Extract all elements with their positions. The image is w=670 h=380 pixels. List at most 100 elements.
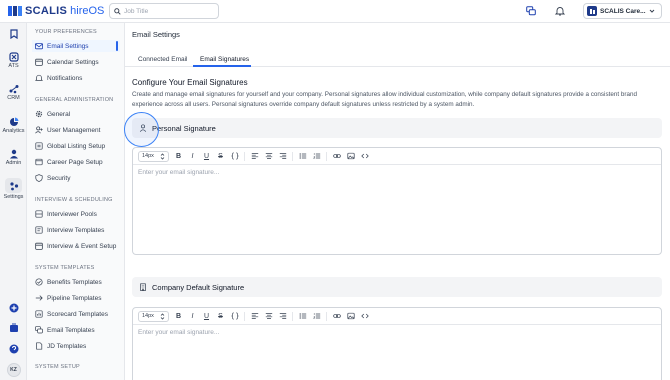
scalis-logo-icon [8,6,22,16]
align-center-button[interactable] [264,312,273,321]
align-right-icon [279,313,286,319]
job-search[interactable] [109,3,219,19]
sidebar-item-interview-templates[interactable]: Interview Templates [32,224,120,236]
braces-icon [230,312,239,320]
sidebar-item-user-management[interactable]: User Management [32,124,120,136]
sidebar-item-label: General [47,110,71,118]
company-signature-header: Company Default Signature [132,277,662,297]
sidebar-item-label: Notifications [47,74,83,82]
italic-button[interactable]: I [188,312,197,321]
code-button[interactable] [360,312,369,321]
align-center-button[interactable] [264,152,273,161]
numbered-list-button[interactable] [312,312,321,321]
settings-icon [9,181,18,190]
sidebar-item-scorecard-templates[interactable]: Scorecard Templates [32,308,120,320]
rail-item-analytics[interactable]: Analytics [0,117,27,134]
building-icon [140,283,146,291]
pool-icon [35,210,43,218]
ats-icon [8,52,19,62]
company-switcher[interactable]: SCALIS Care... [583,3,662,19]
image-button[interactable] [346,152,355,161]
calendar-icon [35,58,43,66]
editor-toolbar: 14px B I U S [133,148,661,165]
code-inline-button[interactable] [230,152,239,161]
messages-icon[interactable] [526,6,536,16]
logo[interactable]: SCALIS hireOS [8,5,104,17]
chevron-down-icon [649,9,654,13]
numbered-list-button[interactable] [312,152,321,161]
search-input[interactable] [124,7,214,15]
sidebar-item-benefits-templates[interactable]: Benefits Templates [32,276,120,288]
bullet-list-button[interactable] [298,152,307,161]
sidebar-item-label: Global Listing Setup [47,142,106,150]
sidebar-item-global-listing-setup[interactable]: Global Listing Setup [32,140,120,152]
underline-button[interactable]: U [202,312,211,321]
template-icon [35,226,43,234]
strikethrough-button[interactable]: S [216,152,225,161]
sidebar-item-interviewer-pools[interactable]: Interviewer Pools [32,208,120,220]
company-signature-input[interactable]: Enter your email signature... [133,325,661,340]
font-size-select[interactable]: 14px [138,310,169,322]
scorecard-icon [35,310,43,318]
rail-item-help[interactable] [0,344,27,354]
code-inline-button[interactable] [230,312,239,321]
bell-icon[interactable] [555,6,565,16]
link-button[interactable] [332,152,341,161]
align-left-button[interactable] [250,152,259,161]
sidebar-item-label: JD Templates [47,342,87,350]
rail-item-bookmarks[interactable] [0,29,27,39]
bullet-list-button[interactable] [298,312,307,321]
sidebar-item-notifications[interactable]: Notifications [32,72,120,84]
code-button[interactable] [360,152,369,161]
badge-check-icon [35,278,43,286]
sidebar-item-email-settings[interactable]: Email Settings [32,40,120,52]
company-signature-title: Company Default Signature [152,282,245,292]
link-button[interactable] [332,312,341,321]
tab-connected-email[interactable]: Connected Email [138,56,188,63]
rail-item-inbox[interactable] [0,323,27,333]
sidebar-item-interview-event-setup[interactable]: Interview & Event Setup [32,240,120,252]
rail-label: Admin [5,160,22,166]
italic-button[interactable]: I [188,152,197,161]
sidebar-item-label: Career Page Setup [47,158,103,166]
sidebar-item-email-templates[interactable]: Email Templates [32,324,120,336]
sidebar-item-general[interactable]: General [32,108,120,120]
rail-item-admin[interactable]: Admin [0,149,27,166]
code-icon [360,313,369,319]
numbered-list-icon [312,153,320,159]
rail-item-settings[interactable]: Settings [0,178,27,200]
align-right-button[interactable] [278,152,287,161]
shield-icon [35,174,43,182]
align-left-icon [251,153,258,159]
personal-signature-input[interactable]: Enter your email signature... [133,165,661,180]
tab-email-signatures[interactable]: Email Signatures [200,56,249,63]
align-left-button[interactable] [250,312,259,321]
link-icon [332,154,341,158]
chat-icon [35,326,43,334]
editor-toolbar: 14px B I U S [133,308,661,325]
image-button[interactable] [346,312,355,321]
rail-item-create[interactable] [0,303,27,313]
plus-circle-icon [9,303,18,313]
sidebar-item-label: Benefits Templates [47,278,102,286]
sidebar-item-security[interactable]: Security [32,172,120,184]
align-right-button[interactable] [278,312,287,321]
sidebar-item-jd-templates[interactable]: JD Templates [32,340,120,352]
rail-item-crm[interactable]: CRM [0,84,27,101]
page-icon [35,158,43,166]
company-signature-editor: 14px B I U S Enter your email signature.… [132,307,662,380]
bold-button[interactable]: B [174,312,183,321]
section-title: SYSTEM TEMPLATES [35,265,95,271]
font-size-select[interactable]: 14px [138,150,169,162]
bullet-list-icon [299,153,306,159]
underline-button[interactable]: U [202,152,211,161]
bold-button[interactable]: B [174,152,183,161]
crm-icon [9,85,18,94]
sidebar-item-calendar-settings[interactable]: Calendar Settings [32,56,120,68]
sidebar-item-pipeline-templates[interactable]: Pipeline Templates [32,292,120,304]
sidebar-item-career-page-setup[interactable]: Career Page Setup [32,156,120,168]
rail-item-ats[interactable]: ATS [0,52,27,69]
strikethrough-button[interactable]: S [216,312,225,321]
user-avatar[interactable]: KZ [0,363,27,377]
pipeline-icon [35,295,43,301]
